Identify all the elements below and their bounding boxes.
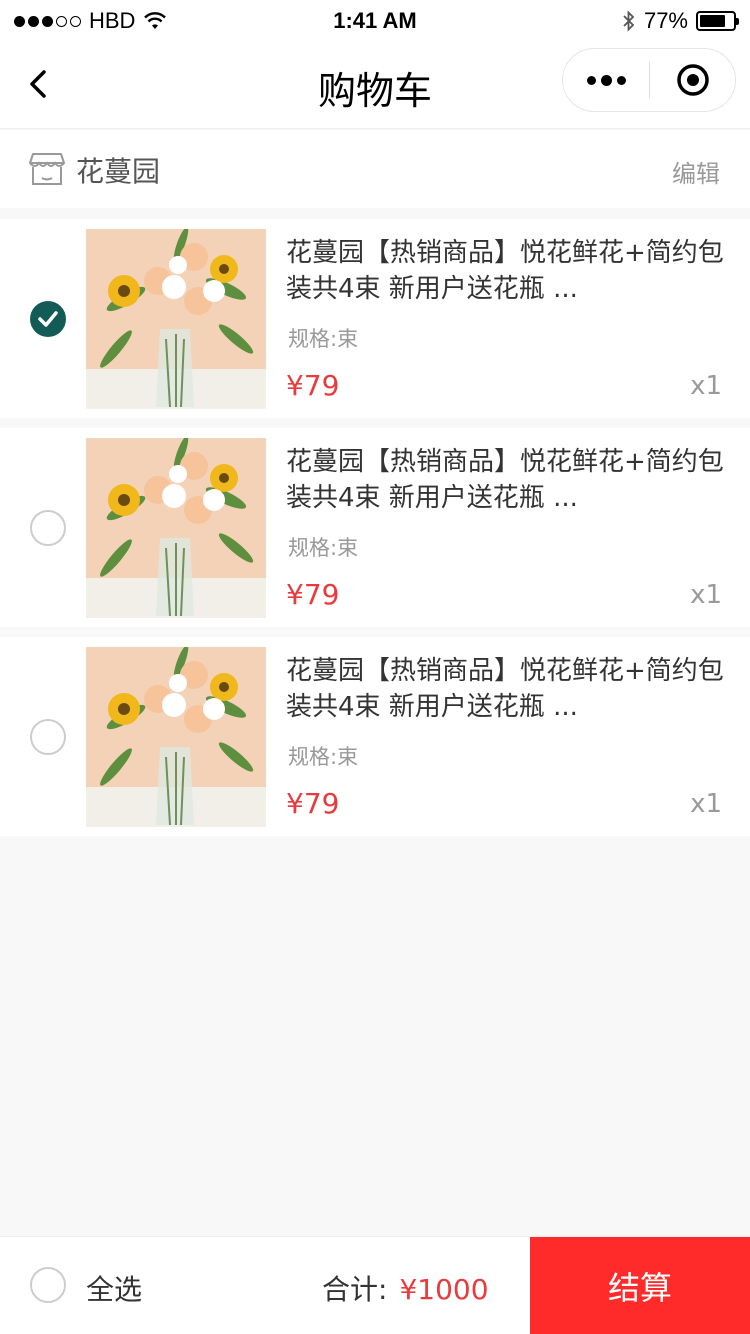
cart-item: 花蔓园【热销商品】悦花鲜花+简约包装共4束 新用户送花瓶 ... 规格:束 ¥7…: [0, 428, 750, 627]
target-circle-icon: [676, 64, 709, 96]
product-quantity: x1: [690, 371, 722, 401]
product-image[interactable]: [86, 647, 266, 827]
product-title[interactable]: 花蔓园【热销商品】悦花鲜花+简约包装共4束 新用户送花瓶 ...: [286, 653, 726, 725]
product-title[interactable]: 花蔓园【热销商品】悦花鲜花+简约包装共4束 新用户送花瓶 ...: [286, 444, 726, 516]
flower-bouquet-image: [86, 647, 266, 827]
product-price: ¥79: [286, 787, 340, 820]
checkmark-icon: [38, 311, 58, 327]
cart-item: 花蔓园【热销商品】悦花鲜花+简约包装共4束 新用户送花瓶 ... 规格:束 ¥7…: [0, 219, 750, 418]
more-button[interactable]: [563, 48, 649, 112]
status-right: 77%: [622, 8, 739, 34]
product-price: ¥79: [286, 369, 340, 402]
navigation-bar: 购物车: [0, 42, 750, 129]
item-checkbox[interactable]: [30, 510, 66, 546]
product-quantity: x1: [690, 789, 722, 819]
product-image[interactable]: [86, 229, 266, 409]
battery-icon: [696, 11, 739, 31]
status-bar: HBD 1:41 AM 77%: [0, 0, 750, 42]
product-quantity: x1: [690, 580, 722, 610]
cart-item: 花蔓园【热销商品】悦花鲜花+简约包装共4束 新用户送花瓶 ... 规格:束 ¥7…: [0, 637, 750, 836]
back-button[interactable]: [20, 62, 60, 106]
select-all-label[interactable]: 全选: [86, 1268, 142, 1308]
product-spec: 规格:束: [288, 745, 359, 769]
order-total: 合计: ¥1000: [322, 1268, 489, 1308]
total-amount: ¥1000: [399, 1273, 489, 1306]
product-image[interactable]: [86, 438, 266, 618]
shop-icon: [29, 153, 65, 185]
product-spec: 规格:束: [288, 327, 359, 351]
item-checkbox[interactable]: [30, 301, 66, 337]
mini-program-capsule: [562, 48, 736, 112]
total-label: 合计:: [322, 1273, 388, 1306]
battery-percent: 77%: [643, 8, 688, 33]
bluetooth-icon: [623, 10, 635, 32]
flower-bouquet-image: [86, 229, 266, 409]
close-mini-program-button[interactable]: [650, 48, 735, 112]
product-price: ¥79: [286, 578, 340, 611]
edit-button[interactable]: 编辑: [672, 154, 720, 189]
checkout-button[interactable]: 结算: [530, 1237, 750, 1334]
product-spec: 规格:束: [288, 536, 359, 560]
product-title[interactable]: 花蔓园【热销商品】悦花鲜花+简约包装共4束 新用户送花瓶 ...: [286, 235, 726, 307]
shop-name[interactable]: 花蔓园: [76, 150, 160, 190]
chevron-left-icon: [30, 70, 46, 98]
item-checkbox[interactable]: [30, 719, 66, 755]
checkout-bar: 全选 合计: ¥1000 结算: [0, 1236, 750, 1334]
flower-bouquet-image: [86, 438, 266, 618]
shop-header: 花蔓园 编辑: [0, 130, 750, 208]
select-all-checkbox[interactable]: [30, 1267, 66, 1303]
